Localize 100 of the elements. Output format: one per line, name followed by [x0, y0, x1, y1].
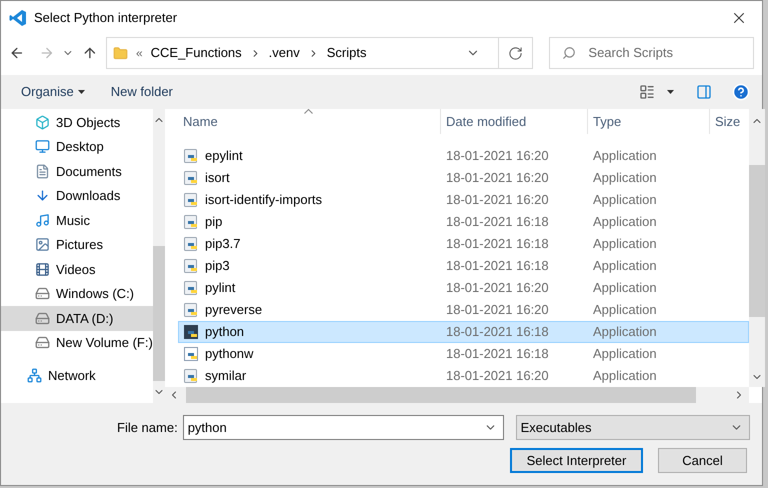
address-bar[interactable]: « CCE_Functions .venv Scripts	[106, 37, 534, 69]
column-header[interactable]: Type	[587, 109, 709, 134]
back-icon[interactable]	[9, 45, 25, 61]
sidebar-label: Windows (C:)	[56, 285, 134, 303]
pictures-icon	[35, 237, 50, 252]
script-file-icon	[183, 148, 199, 164]
file-row[interactable]: pip3 18-01-2021 16:18 Application	[178, 255, 749, 277]
sidebar-item[interactable]: Videos	[1, 257, 153, 282]
date-cell-text: 18-01-2021 16:20	[445, 169, 550, 188]
type-cell-text: Application	[592, 169, 657, 188]
file-name-cell-text: epylint	[205, 147, 243, 166]
script-file-icon	[183, 302, 199, 318]
network-icon	[27, 368, 42, 383]
sidebar-item[interactable]: Desktop	[1, 134, 153, 159]
script-file-icon	[183, 280, 199, 296]
objects-icon	[35, 114, 50, 130]
date-cell-text: 18-01-2021 16:20	[445, 367, 550, 386]
script-file-icon	[183, 368, 199, 384]
search-input[interactable]: Search Scripts	[588, 43, 738, 63]
sidebar-item[interactable]: Downloads	[1, 184, 153, 208]
overflow-crumb[interactable]: «	[136, 44, 143, 62]
file-row[interactable]: pylint 18-01-2021 16:20 Application	[178, 277, 749, 299]
type-cell-text: Application	[592, 213, 657, 232]
app-logo-icon	[9, 9, 27, 27]
sidebar-label: New Volume (F:)	[56, 334, 153, 352]
file-name-cell-text: pip3.7	[205, 235, 240, 254]
breadcrumb[interactable]: Scripts	[326, 43, 366, 63]
sidebar-item[interactable]: Music	[1, 208, 153, 232]
type-cell-text: Application	[592, 301, 657, 320]
breadcrumb[interactable]: CCE_Functions	[150, 43, 242, 63]
type-cell-text: Application	[592, 257, 657, 276]
sidebar-item[interactable]: 3D Objects	[1, 110, 153, 134]
file-row[interactable]: pip3.7 18-01-2021 16:18 Application	[178, 233, 749, 255]
organise-menu-button[interactable]: Organise	[13, 82, 93, 102]
script-file-icon	[183, 170, 199, 186]
caret-icon[interactable]	[667, 90, 674, 94]
file-row[interactable]: python 18-01-2021 16:18 Application	[178, 321, 749, 343]
file-name-field[interactable]: python	[182, 415, 504, 440]
sidebar-item[interactable]: New Volume (F:)	[1, 330, 153, 355]
file-name-cell-text: pyreverse	[205, 301, 262, 320]
view-options-icon[interactable]	[639, 84, 655, 100]
sort-indicator-icon	[304, 109, 313, 114]
drive-icon	[35, 335, 50, 350]
console-file-icon	[183, 324, 199, 340]
date-cell-text: 18-01-2021 16:18	[445, 213, 550, 232]
file-name-label: File name:	[117, 418, 178, 437]
date-cell-text: 18-01-2021 16:20	[445, 301, 550, 320]
sidebar-label: Music	[56, 212, 90, 230]
search-field[interactable]: Search Scripts	[549, 37, 754, 69]
type-cell-text: Application	[592, 235, 657, 254]
file-name-cell-text: pylint	[205, 279, 236, 298]
sidebar-label: Pictures	[56, 236, 103, 254]
breadcrumb[interactable]: .venv	[268, 43, 300, 63]
sidebar-label: Desktop	[56, 138, 104, 156]
refresh-icon	[508, 46, 524, 60]
file-row[interactable]: isort 18-01-2021 16:20 Application	[178, 167, 749, 189]
sidebar-item[interactable]: DATA (D:)	[1, 306, 153, 330]
window-title: Select Python interpreter	[34, 9, 178, 28]
horizontal-scrollbar[interactable]	[164, 387, 749, 403]
type-cell-text: Application	[592, 323, 657, 342]
folder-icon	[112, 46, 128, 60]
preview-pane-icon[interactable]	[696, 84, 712, 100]
file-name-cell-text: pip	[205, 213, 222, 232]
file-name-input[interactable]: python	[188, 418, 484, 438]
file-row[interactable]: epylint 18-01-2021 16:20 Application	[178, 145, 749, 167]
sidebar-label: Downloads	[56, 187, 120, 205]
desktop-icon	[35, 139, 50, 154]
select-interpreter-button[interactable]: Select Interpreter	[510, 448, 643, 473]
type-cell-text: Application	[592, 279, 657, 298]
sidebar-item[interactable]: Network	[1, 363, 153, 388]
script-file-icon	[183, 236, 199, 252]
column-header[interactable]: Name	[178, 109, 440, 134]
drive-icon	[35, 286, 50, 302]
drive-icon	[35, 310, 50, 326]
sidebar-item[interactable]: Windows (C:)	[1, 282, 153, 306]
column-header[interactable]: Date modified	[440, 109, 587, 134]
sidebar-item[interactable]: Documents	[1, 159, 153, 184]
cancel-button[interactable]: Cancel	[658, 448, 747, 473]
file-row[interactable]: isort-identify-imports 18-01-2021 16:20 Application	[178, 189, 749, 211]
music-icon	[35, 212, 50, 228]
videos-icon	[35, 262, 50, 277]
file-name-cell-text: isort-identify-imports	[205, 191, 322, 210]
sidebar-item[interactable]: Pictures	[1, 232, 153, 257]
file-name-cell-text: python	[205, 323, 244, 342]
file-name-cell-text: symilar	[205, 367, 246, 386]
downloads-icon	[35, 188, 50, 204]
up-icon[interactable]	[82, 45, 98, 61]
help-icon[interactable]	[732, 83, 750, 101]
caret-icon	[78, 90, 85, 94]
vertical-scrollbar[interactable]	[749, 109, 765, 387]
documents-icon	[35, 164, 50, 179]
new-folder-button[interactable]: New folder	[102, 82, 181, 102]
type-cell-text: Application	[592, 367, 657, 386]
file-row[interactable]: pythonw 18-01-2021 16:18 Application	[178, 343, 749, 365]
sidebar-label: Videos	[56, 260, 96, 278]
file-type-dropdown[interactable]: Executables	[516, 415, 750, 440]
file-row[interactable]: pyreverse 18-01-2021 16:20 Application	[178, 299, 749, 321]
file-name-cell-text: pythonw	[205, 345, 254, 364]
file-row[interactable]: pip 18-01-2021 16:18 Application	[178, 211, 749, 233]
file-row[interactable]: symilar 18-01-2021 16:20 Application	[178, 365, 749, 387]
